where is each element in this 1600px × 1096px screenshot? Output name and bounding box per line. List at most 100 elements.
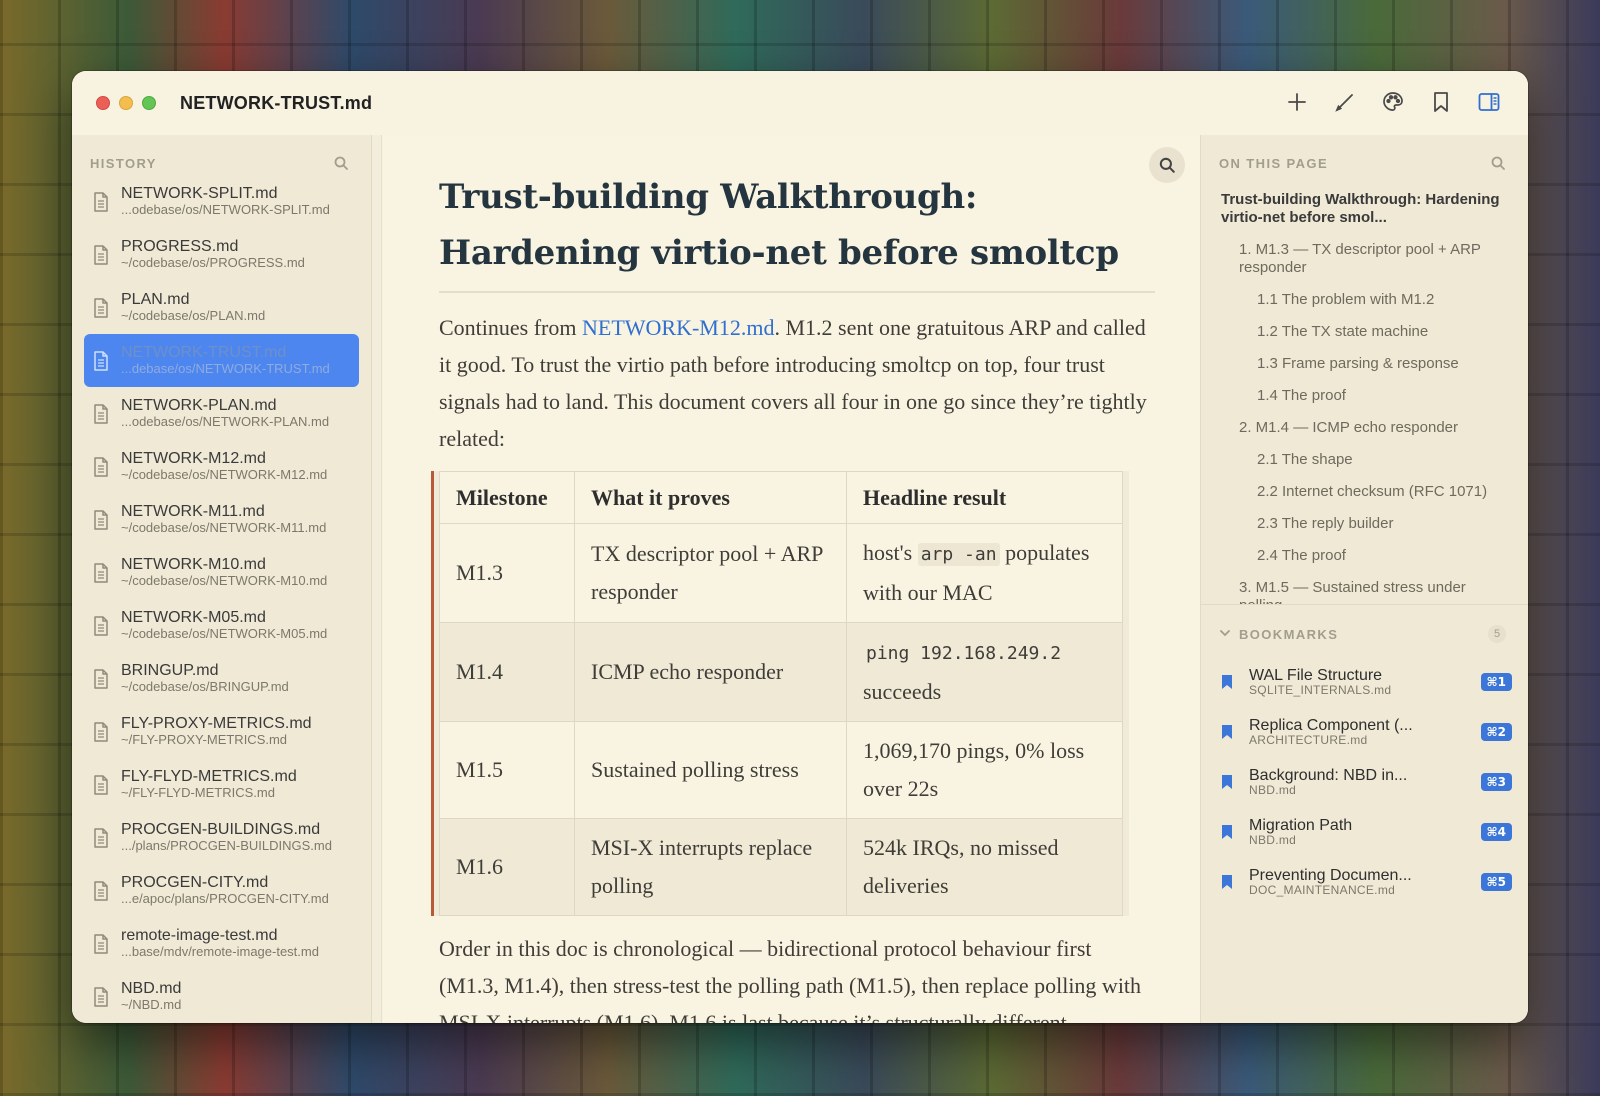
result-text: 524k IRQs, no missed deliveries bbox=[863, 835, 1059, 898]
bookmark-shortcut-badge: ⌘5 bbox=[1480, 873, 1512, 891]
bookmark-title: Background: NBD in... bbox=[1249, 766, 1408, 784]
result-text: host's bbox=[863, 540, 918, 565]
history-item[interactable]: FLY-FLYD-METRICS.md ~/FLY-FLYD-METRICS.md bbox=[84, 758, 359, 811]
sidebar-divider[interactable] bbox=[372, 135, 382, 1023]
chevron-down-icon[interactable] bbox=[1219, 627, 1231, 642]
bookmark-shortcut-badge: ⌘1 bbox=[1480, 673, 1512, 691]
document-icon bbox=[92, 668, 110, 690]
result-text: succeeds bbox=[863, 679, 942, 704]
milestone-table-container: Milestone What it proves Headline result… bbox=[431, 471, 1129, 916]
history-item-path: ...debase/os/NETWORK-TRUST.md bbox=[121, 361, 330, 377]
history-item-text: NETWORK-TRUST.md ...debase/os/NETWORK-TRU… bbox=[121, 344, 330, 377]
zoom-window-button[interactable] bbox=[142, 96, 156, 110]
history-item[interactable]: NETWORK-M10.md ~/codebase/os/NETWORK-M10.… bbox=[84, 546, 359, 599]
history-item[interactable]: NETWORK-PLAN.md ...odebase/os/NETWORK-PLA… bbox=[84, 387, 359, 440]
history-item[interactable]: NETWORK-M12.md ~/codebase/os/NETWORK-M12.… bbox=[84, 440, 359, 493]
history-item[interactable]: NETWORK-TRUST.md ...debase/os/NETWORK-TRU… bbox=[84, 334, 359, 387]
history-item[interactable]: NBD.md ~/NBD.md bbox=[84, 970, 359, 1023]
plus-icon bbox=[1288, 93, 1306, 111]
history-item-path: ...e/apoc/plans/PROCGEN-CITY.md bbox=[121, 891, 329, 907]
toc-item[interactable]: 1.4 The proof bbox=[1221, 387, 1510, 405]
history-item-path: ~/codebase/os/NETWORK-M12.md bbox=[121, 467, 328, 483]
history-list: NETWORK-SPLIT.md ...odebase/os/NETWORK-SP… bbox=[72, 175, 371, 1023]
bookmark-button[interactable] bbox=[1424, 85, 1458, 119]
network-m12-link[interactable]: NETWORK-M12.md bbox=[582, 315, 774, 340]
toc-header: ON THIS PAGE bbox=[1201, 135, 1528, 171]
result-text: 1,069,170 pings, 0% loss over 22s bbox=[863, 738, 1085, 801]
history-item[interactable]: NETWORK-M05.md ~/codebase/os/NETWORK-M05.… bbox=[84, 599, 359, 652]
document-icon bbox=[92, 562, 110, 584]
search-icon[interactable] bbox=[333, 155, 349, 171]
toc-item[interactable]: 2.3 The reply builder bbox=[1221, 515, 1510, 533]
toc-item[interactable]: 2.2 Internet checksum (RFC 1071) bbox=[1221, 483, 1510, 501]
result-cell: ping 192.168.249.2 succeeds bbox=[846, 622, 1123, 722]
history-item-text: remote-image-test.md ...base/mdv/remote-i… bbox=[121, 927, 319, 960]
history-item[interactable]: PROGRESS.md ~/codebase/os/PROGRESS.md bbox=[84, 228, 359, 281]
bookmark-file: DOC_MAINTENANCE.md bbox=[1249, 883, 1396, 898]
toc-item[interactable]: 1. M1.3 — TX descriptor pool + ARP respo… bbox=[1221, 241, 1510, 277]
edit-button[interactable] bbox=[1328, 85, 1362, 119]
document-icon bbox=[92, 509, 110, 531]
toc-item[interactable]: 1.1 The problem with M1.2 bbox=[1221, 291, 1510, 309]
history-item-name: PROGRESS.md bbox=[121, 237, 239, 255]
bookmark-text: Replica Component (... ARCHITECTURE.md bbox=[1249, 717, 1471, 748]
history-item[interactable]: NETWORK-SPLIT.md ...odebase/os/NETWORK-SP… bbox=[84, 175, 359, 228]
search-icon[interactable] bbox=[1490, 155, 1506, 171]
history-item-path: ~/FLY-FLYD-METRICS.md bbox=[121, 785, 275, 801]
theme-button[interactable] bbox=[1376, 85, 1410, 119]
history-item[interactable]: NETWORK-M11.md ~/codebase/os/NETWORK-M11.… bbox=[84, 493, 359, 546]
bookmark-item[interactable]: Preventing Documen... DOC_MAINTENANCE.md ⌘… bbox=[1201, 857, 1528, 907]
toc-item[interactable]: 2.1 The shape bbox=[1221, 451, 1510, 469]
history-item[interactable]: PLAN.md ~/codebase/os/PLAN.md bbox=[84, 281, 359, 334]
bookmark-text: WAL File Structure SQLITE_INTERNALS.md bbox=[1249, 667, 1471, 698]
bookmark-shortcut-badge: ⌘4 bbox=[1480, 823, 1512, 841]
toc-item[interactable]: 1.2 The TX state machine bbox=[1221, 323, 1510, 341]
toc-item[interactable]: 2.4 The proof bbox=[1221, 547, 1510, 565]
bookmark-title: Migration Path bbox=[1249, 816, 1353, 834]
bookmark-icon bbox=[1221, 874, 1233, 890]
bookmark-file: NBD.md bbox=[1249, 783, 1297, 798]
history-item[interactable]: PROCGEN-BUILDINGS.md .../plans/PROCGEN-BU… bbox=[84, 811, 359, 864]
bookmark-item[interactable]: Background: NBD in... NBD.md ⌘3 bbox=[1201, 757, 1528, 807]
history-item-text: NETWORK-M10.md ~/codebase/os/NETWORK-M10.… bbox=[121, 556, 327, 589]
bookmark-icon bbox=[1221, 724, 1233, 740]
history-item-name: NETWORK-M10.md bbox=[121, 555, 266, 573]
minimize-window-button[interactable] bbox=[119, 96, 133, 110]
bookmark-text: Preventing Documen... DOC_MAINTENANCE.md bbox=[1249, 867, 1471, 898]
milestone-cell: M1.6 bbox=[439, 818, 575, 916]
history-item-name: NETWORK-M05.md bbox=[121, 608, 266, 626]
history-item-name: NETWORK-M11.md bbox=[121, 502, 265, 520]
milestone-cell: M1.4 bbox=[439, 622, 575, 722]
toc-item[interactable]: 2. M1.4 — ICMP echo responder bbox=[1221, 419, 1510, 437]
history-item[interactable]: FLY-PROXY-METRICS.md ~/FLY-PROXY-METRICS.… bbox=[84, 705, 359, 758]
proves-cell: Sustained polling stress bbox=[574, 721, 847, 819]
toc-item[interactable]: 1.3 Frame parsing & response bbox=[1221, 355, 1510, 373]
bookmark-item[interactable]: Migration Path NBD.md ⌘4 bbox=[1201, 807, 1528, 857]
document-icon bbox=[92, 403, 110, 425]
bookmark-icon bbox=[1221, 674, 1233, 690]
history-item-text: NETWORK-SPLIT.md ...odebase/os/NETWORK-SP… bbox=[121, 185, 330, 218]
table-row: M1.3 TX descriptor pool + ARP responder ho… bbox=[439, 523, 1123, 623]
close-window-button[interactable] bbox=[96, 96, 110, 110]
window-title: NETWORK-TRUST.md bbox=[180, 92, 373, 113]
table-row: M1.4 ICMP echo responder ping 192.168.249.… bbox=[439, 622, 1123, 722]
history-item[interactable]: remote-image-test.md ...base/mdv/remote-i… bbox=[84, 917, 359, 970]
toc-item[interactable]: Trust-building Walkthrough: Hardening vi… bbox=[1221, 191, 1510, 227]
document-icon bbox=[92, 297, 110, 319]
new-document-button[interactable] bbox=[1280, 85, 1314, 119]
history-item-name: remote-image-test.md bbox=[121, 926, 278, 944]
intro-paragraph: Continues from NETWORK-M12.md. M1.2 sent… bbox=[439, 309, 1155, 457]
column-header-result: Headline result bbox=[846, 471, 1123, 524]
toc-item[interactable]: 3. M1.5 — Sustained stress under polling bbox=[1221, 579, 1510, 604]
bookmark-item[interactable]: WAL File Structure SQLITE_INTERNALS.md ⌘1 bbox=[1201, 657, 1528, 707]
bookmark-title: WAL File Structure bbox=[1249, 666, 1383, 684]
toggle-right-panel-button[interactable] bbox=[1472, 85, 1506, 119]
document-body: Trust-building Walkthrough: Hardening vi… bbox=[431, 169, 1155, 1023]
bookmarks-header[interactable]: BOOKMARKS 5 bbox=[1201, 605, 1528, 657]
history-item-path: ...odebase/os/NETWORK-PLAN.md bbox=[121, 414, 330, 430]
bookmark-item[interactable]: Replica Component (... ARCHITECTURE.md ⌘2 bbox=[1201, 707, 1528, 757]
history-item[interactable]: PROCGEN-CITY.md ...e/apoc/plans/PROCGEN-C… bbox=[84, 864, 359, 917]
document-title: Trust-building Walkthrough: Hardening vi… bbox=[439, 169, 1155, 293]
history-item[interactable]: BRINGUP.md ~/codebase/os/BRINGUP.md bbox=[84, 652, 359, 705]
history-item-name: NETWORK-SPLIT.md bbox=[121, 184, 278, 202]
